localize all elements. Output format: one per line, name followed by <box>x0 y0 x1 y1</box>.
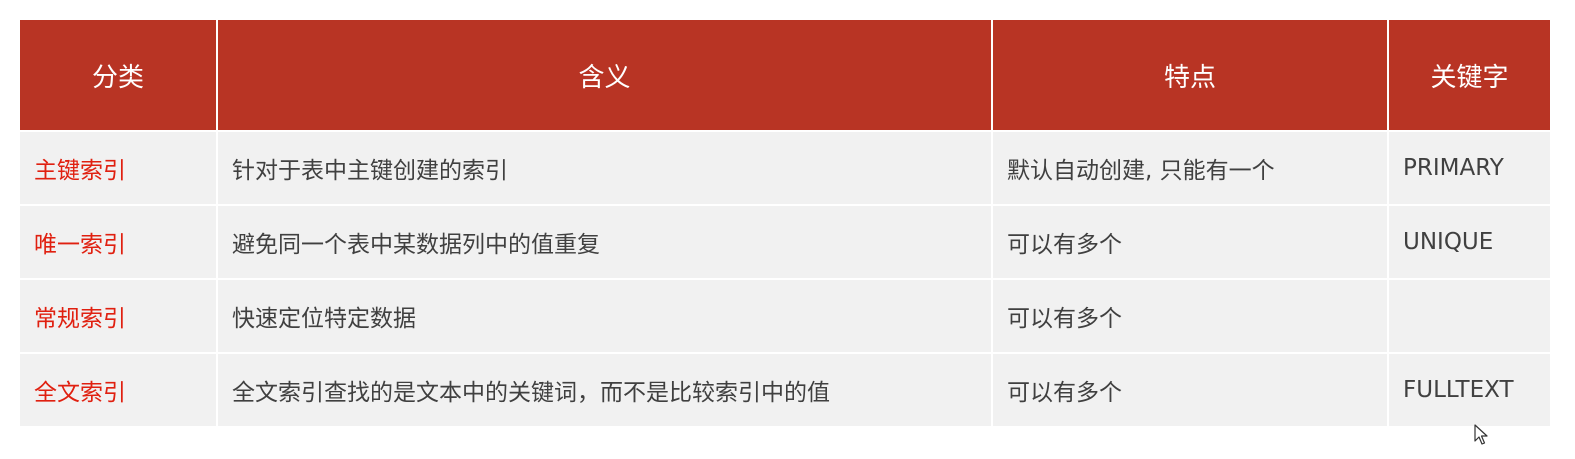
header-category: 分类 <box>20 20 218 131</box>
table-row: 主键索引 针对于表中主键创建的索引 默认自动创建, 只能有一个 PRIMARY <box>20 130 1550 205</box>
table-row: 常规索引 快速定位特定数据 可以有多个 <box>20 278 1550 353</box>
row-keyword: PRIMARY <box>1388 130 1550 205</box>
mouse-pointer-icon <box>1474 424 1488 445</box>
index-types-table: 分类 含义 特点 关键字 主键索引 针对于表中主键创建的索引 默认自动创建, 只… <box>20 20 1550 426</box>
table-row: 全文索引 全文索引查找的是文本中的关键词，而不是比较索引中的值 可以有多个 FU… <box>20 352 1550 426</box>
header-keyword: 关键字 <box>1388 20 1550 131</box>
row-category: 主键索引 <box>20 130 218 205</box>
header-row: 分类 含义 特点 关键字 <box>20 20 1550 131</box>
header-feature: 特点 <box>992 20 1389 131</box>
row-category: 常规索引 <box>20 278 218 353</box>
row-keyword: UNIQUE <box>1388 204 1550 279</box>
row-meaning: 快速定位特定数据 <box>217 278 993 353</box>
row-meaning: 避免同一个表中某数据列中的值重复 <box>217 204 993 279</box>
row-feature: 默认自动创建, 只能有一个 <box>992 130 1389 205</box>
table-row: 唯一索引 避免同一个表中某数据列中的值重复 可以有多个 UNIQUE <box>20 204 1550 279</box>
row-feature: 可以有多个 <box>992 352 1389 426</box>
row-keyword <box>1388 278 1550 353</box>
row-feature: 可以有多个 <box>992 204 1389 279</box>
header-meaning: 含义 <box>217 20 993 131</box>
row-meaning: 全文索引查找的是文本中的关键词，而不是比较索引中的值 <box>217 352 993 426</box>
row-category: 全文索引 <box>20 352 218 426</box>
table-header: 分类 含义 特点 关键字 <box>20 20 1550 131</box>
table-body: 主键索引 针对于表中主键创建的索引 默认自动创建, 只能有一个 PRIMARY … <box>20 130 1550 426</box>
row-keyword: FULLTEXT <box>1388 352 1550 426</box>
row-feature: 可以有多个 <box>992 278 1389 353</box>
row-meaning: 针对于表中主键创建的索引 <box>217 130 993 205</box>
row-category: 唯一索引 <box>20 204 218 279</box>
